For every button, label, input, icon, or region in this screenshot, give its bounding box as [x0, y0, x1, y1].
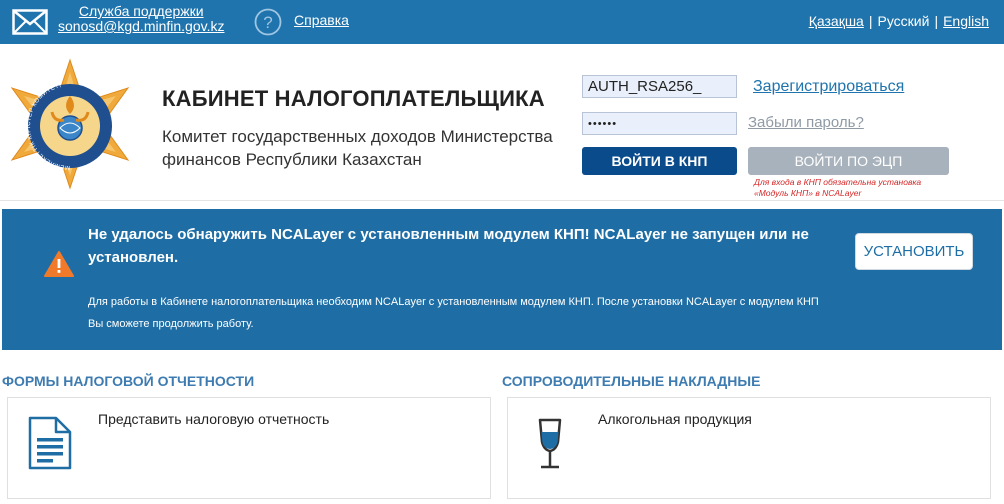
top-bar: Служба поддержки sonosd@kgd.minfin.gov.k… [0, 0, 1004, 44]
card-tax-report[interactable]: Представить налоговую отчетность [7, 397, 491, 499]
card-alcohol-products-label: Алкогольная продукция [598, 411, 752, 427]
register-link[interactable]: Зарегистрироваться [753, 78, 904, 96]
help-link[interactable]: Справка [294, 12, 349, 28]
banner-text: Для работы в Кабинете налогоплательщика … [88, 296, 819, 330]
lang-english[interactable]: English [943, 13, 989, 29]
section-title-tax-forms: ФОРМЫ НАЛОГОВОЙ ОТЧЕТНОСТИ [2, 373, 255, 389]
password-input[interactable] [582, 112, 737, 135]
login-input[interactable] [582, 75, 737, 98]
card-tax-report-label: Представить налоговую отчетность [98, 411, 330, 427]
support-block: Служба поддержки sonosd@kgd.minfin.gov.k… [58, 4, 224, 34]
install-button[interactable]: УСТАНОВИТЬ [855, 233, 973, 270]
section-title-waybills: СОПРОВОДИТЕЛЬНЫЕ НАКЛАДНЫЕ [502, 373, 761, 389]
lang-separator: | [934, 13, 939, 29]
document-icon [28, 416, 72, 470]
page-title: КАБИНЕТ НАЛОГОПЛАТЕЛЬЩИКА [162, 86, 545, 111]
warning-icon [44, 251, 74, 277]
login-ecp-button[interactable]: ВОЙТИ ПО ЭЦП [748, 147, 949, 175]
page-subtitle: Комитет государственных доходов Министер… [162, 127, 553, 169]
banner-title: Не удалось обнаружить NCALayer с установ… [88, 226, 809, 266]
wine-glass-icon [538, 418, 562, 469]
card-alcohol-products[interactable]: Алкогольная продукция [507, 397, 991, 499]
lang-kazakh[interactable]: Қазақша [809, 13, 864, 29]
support-link[interactable]: Служба поддержки [58, 4, 224, 19]
kgd-logo: МЕМЛЕКЕТТІК КІРІСТЕР КОМИТЕТІ [10, 58, 130, 190]
svg-text:?: ? [263, 13, 272, 32]
support-email-link[interactable]: sonosd@kgd.minfin.gov.kz [58, 19, 224, 34]
lang-separator: | [868, 13, 873, 29]
ncalayer-warning-banner: Не удалось обнаружить NCALayer с установ… [2, 209, 1002, 350]
forgot-password-link[interactable]: Забыли пароль? [748, 114, 864, 131]
lang-russian[interactable]: Русский [877, 13, 929, 29]
language-switcher: Қазақша | Русский | English [809, 13, 989, 29]
help-icon[interactable]: ? [254, 8, 282, 36]
header-divider [0, 200, 1004, 201]
mail-icon[interactable] [12, 9, 48, 35]
ecp-note: Для входа в КНП обязательна установка «М… [754, 177, 922, 198]
login-knp-button[interactable]: ВОЙТИ В КНП [582, 147, 737, 175]
